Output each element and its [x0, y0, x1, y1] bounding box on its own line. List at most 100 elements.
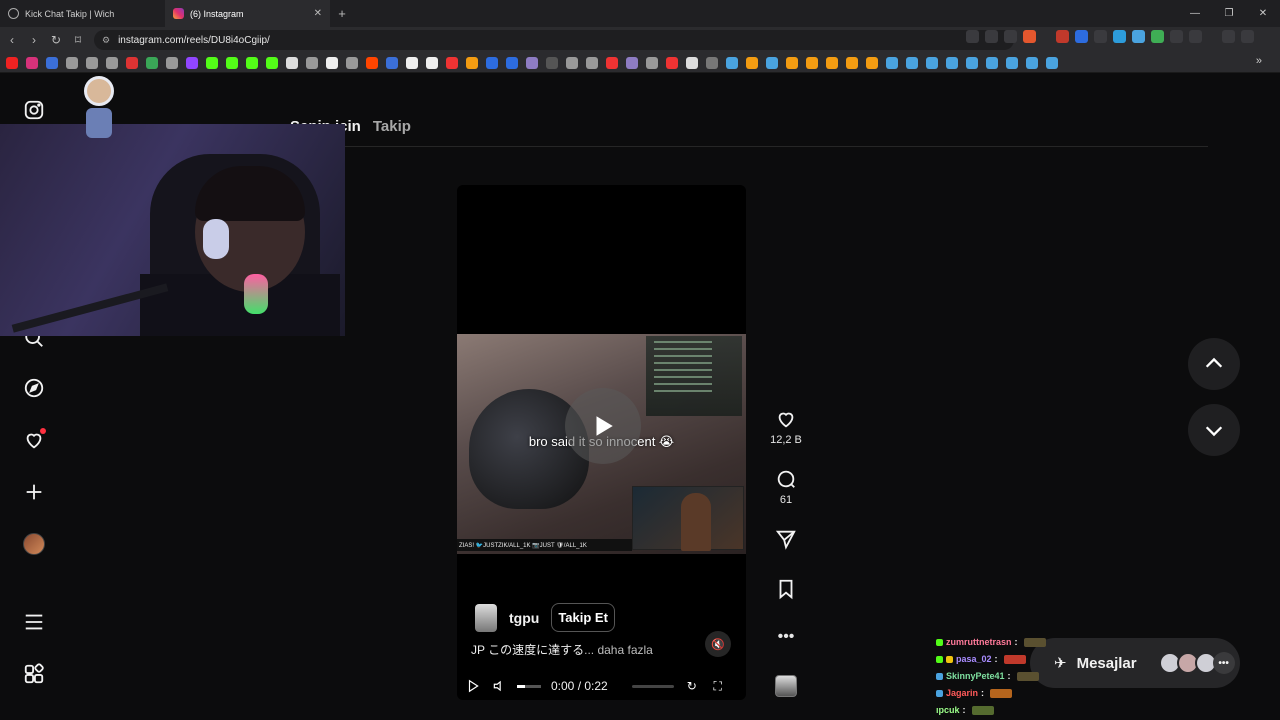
bookmark-icon[interactable]	[626, 56, 638, 69]
kick-bookmark-icon[interactable]	[206, 56, 218, 69]
bookmark-icon[interactable]	[646, 56, 658, 69]
more-menu-icon[interactable]	[22, 610, 46, 634]
sidebar-icon[interactable]	[1189, 30, 1202, 43]
extension-icon[interactable]	[1075, 30, 1088, 43]
tab-instagram[interactable]: (6) Instagram ✕	[165, 0, 330, 27]
amazon-bookmark-icon[interactable]	[426, 56, 438, 69]
bookmark-icon[interactable]	[86, 56, 98, 69]
reel-player[interactable]: ZIAS! 🐦JUSTZIK/ALL_1K 📷JUST 🛡/ALL_1K bro…	[457, 185, 746, 700]
steam-bookmark-icon[interactable]	[766, 56, 778, 69]
bookmarks-overflow-icon[interactable]: »	[1256, 55, 1262, 67]
steam-bookmark-icon[interactable]	[1026, 56, 1038, 69]
bookmark-icon[interactable]	[806, 56, 818, 69]
steam-bookmark-icon[interactable]	[946, 56, 958, 69]
steam-bookmark-icon[interactable]	[1006, 56, 1018, 69]
explore-icon[interactable]	[22, 376, 46, 400]
bookmark-icon[interactable]	[526, 56, 538, 69]
minimize-button[interactable]: —	[1178, 0, 1212, 27]
bookmark-icon[interactable]	[546, 56, 558, 69]
share-icon[interactable]	[1004, 30, 1017, 43]
bookmark-icon[interactable]	[746, 56, 758, 69]
bookmark-icon[interactable]	[106, 56, 118, 69]
extensions-puzzle-icon[interactable]	[1170, 30, 1183, 43]
instagram-logo-icon[interactable]	[22, 98, 46, 122]
reddit-bookmark-icon[interactable]	[366, 56, 378, 69]
steam-bookmark-icon[interactable]	[906, 56, 918, 69]
more-options-icon[interactable]: •••	[770, 628, 802, 646]
extension-icon[interactable]	[1056, 30, 1069, 43]
comment-button[interactable]: 61	[770, 468, 802, 506]
twitch-bookmark-icon[interactable]	[186, 56, 198, 69]
reel-video[interactable]: ZIAS! 🐦JUSTZIK/ALL_1K 📷JUST 🛡/ALL_1K bro…	[457, 334, 746, 554]
steam-bookmark-icon[interactable]	[986, 56, 998, 69]
previous-reel-button[interactable]	[1188, 338, 1240, 390]
bookmark-icon[interactable]: ⌑	[68, 30, 88, 50]
volume-icon[interactable]	[491, 678, 507, 694]
kick-extension-icon[interactable]	[1151, 30, 1164, 43]
bookmark-icon[interactable]	[486, 56, 498, 69]
play-overlay-button[interactable]	[565, 388, 641, 464]
bookmark-icon[interactable]	[826, 56, 838, 69]
notifications-heart-icon[interactable]	[22, 428, 46, 452]
bookmark-icon[interactable]	[66, 56, 78, 69]
bookmark-icon[interactable]	[286, 56, 298, 69]
follow-button[interactable]: Takip Et	[551, 603, 615, 632]
steam-bookmark-icon[interactable]	[926, 56, 938, 69]
steam-bookmark-icon[interactable]	[1046, 56, 1058, 69]
kick-bookmark-icon[interactable]	[246, 56, 258, 69]
bookmark-icon[interactable]	[686, 56, 698, 69]
uploader-avatar[interactable]	[475, 603, 497, 632]
audio-thumbnail[interactable]	[775, 675, 797, 697]
volume-slider[interactable]	[517, 684, 541, 688]
bookmark-icon[interactable]	[166, 56, 178, 69]
tab-following[interactable]: Takip	[373, 118, 411, 135]
uploader-name[interactable]: tgpu	[509, 610, 539, 626]
back-icon[interactable]: ‹	[2, 30, 22, 50]
restore-button[interactable]: ❐	[1212, 0, 1246, 27]
x-bookmark-icon[interactable]	[326, 56, 338, 69]
drive-bookmark-icon[interactable]	[146, 56, 158, 69]
like-button[interactable]: 12,2 B	[770, 408, 802, 446]
bookmark-icon[interactable]	[846, 56, 858, 69]
seek-bar[interactable]	[631, 684, 674, 688]
menu-icon[interactable]	[1241, 30, 1254, 43]
bookmark-icon[interactable]	[446, 56, 458, 69]
more-link[interactable]: ... daha fazla	[584, 643, 653, 657]
kick-bookmark-icon[interactable]	[226, 56, 238, 69]
next-reel-button[interactable]	[1188, 404, 1240, 456]
bookmark-icon[interactable]	[866, 56, 878, 69]
steam-bookmark-icon[interactable]	[886, 56, 898, 69]
messages-pill[interactable]: ✈ Mesajlar •••	[1030, 638, 1240, 688]
extension-icon[interactable]	[1113, 30, 1126, 43]
kick-bookmark-icon[interactable]	[266, 56, 278, 69]
bookmark-icon[interactable]	[506, 56, 518, 69]
site-info-icon[interactable]: ⚙	[102, 35, 110, 46]
share-button[interactable]	[770, 528, 802, 554]
fullscreen-icon[interactable]: ⛶	[710, 678, 726, 694]
steam-bookmark-icon[interactable]	[726, 56, 738, 69]
url-field[interactable]: ⚙ instagram.com/reels/DU8i4oCgiip/	[94, 30, 1014, 50]
play-icon[interactable]	[465, 678, 481, 694]
forward-icon[interactable]: ›	[24, 30, 44, 50]
meta-apps-icon[interactable]	[22, 662, 46, 686]
bookmark-icon[interactable]	[46, 56, 58, 69]
folder-icon[interactable]	[706, 56, 718, 69]
reload-icon[interactable]: ↻	[46, 30, 66, 50]
cast-icon[interactable]	[985, 30, 998, 43]
steam-bookmark-icon[interactable]	[966, 56, 978, 69]
close-window-button[interactable]: ✕	[1246, 0, 1280, 27]
bookmark-icon[interactable]	[346, 56, 358, 69]
save-button[interactable]	[770, 578, 802, 604]
youtube-bookmark-icon[interactable]	[6, 56, 18, 69]
extension-icon[interactable]	[1132, 30, 1145, 43]
tab-kick-chat[interactable]: Kick Chat Takip | Wich	[0, 0, 165, 27]
create-plus-icon[interactable]	[22, 480, 46, 504]
bookmark-icon[interactable]	[306, 56, 318, 69]
close-tab-icon[interactable]: ✕	[314, 8, 322, 19]
instagram-bookmark-icon[interactable]	[26, 56, 38, 69]
brave-shield-icon[interactable]	[1023, 30, 1036, 43]
bookmark-icon[interactable]	[606, 56, 618, 69]
media-icon[interactable]	[1222, 30, 1235, 43]
zoom-icon[interactable]	[966, 30, 979, 43]
replay-icon[interactable]: ↻	[684, 678, 700, 694]
